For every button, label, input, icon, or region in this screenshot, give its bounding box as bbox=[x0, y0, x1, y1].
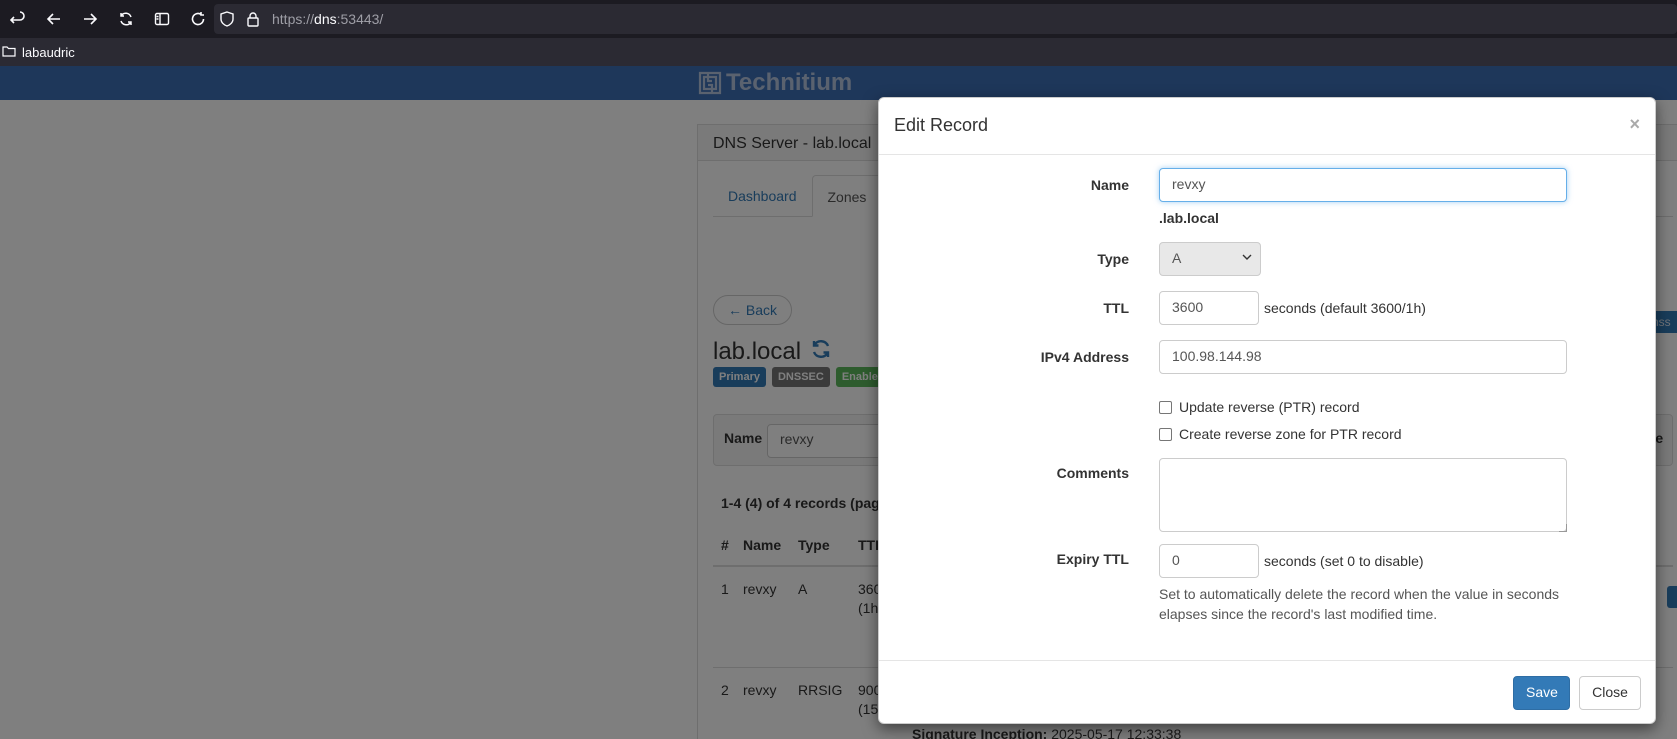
url-bar[interactable]: https://dns:53443/ bbox=[214, 4, 1677, 34]
shield-icon[interactable] bbox=[214, 11, 240, 27]
create-reverse-zone-checkbox-row[interactable]: Create reverse zone for PTR record bbox=[1159, 426, 1402, 442]
sync-icon[interactable] bbox=[108, 0, 144, 38]
modal-title: Edit Record bbox=[894, 115, 989, 135]
expiry-ttl-input[interactable]: 0 bbox=[1159, 544, 1259, 578]
chevron-down-icon bbox=[1242, 251, 1252, 265]
comments-label: Comments bbox=[1056, 465, 1129, 481]
update-ptr-label[interactable]: Update reverse (PTR) record bbox=[1179, 399, 1360, 415]
bookmark-folder-labaudric[interactable]: labaudric bbox=[22, 45, 75, 60]
zone-suffix: .lab.local bbox=[1159, 210, 1219, 226]
ttl-hint: seconds (default 3600/1h) bbox=[1264, 300, 1426, 316]
textarea-resize-handle[interactable] bbox=[1559, 524, 1567, 532]
expiry-help-line-1: Set to automatically delete the record w… bbox=[1159, 586, 1560, 602]
expiry-ttl-hint: seconds (set 0 to disable) bbox=[1264, 553, 1424, 569]
ttl-input[interactable]: 3600 bbox=[1159, 291, 1259, 325]
folder-icon bbox=[2, 45, 16, 60]
update-ptr-checkbox[interactable] bbox=[1159, 400, 1172, 414]
type-label: Type bbox=[1097, 251, 1129, 267]
create-reverse-zone-label[interactable]: Create reverse zone for PTR record bbox=[1179, 426, 1402, 442]
name-input[interactable]: revxy bbox=[1159, 168, 1567, 202]
name-label: Name bbox=[1090, 177, 1129, 193]
create-reverse-zone-checkbox[interactable] bbox=[1159, 427, 1172, 441]
browser-toolbar: https://dns:53443/ bbox=[0, 0, 1677, 38]
bookmarks-toolbar: labaudric bbox=[0, 38, 1677, 66]
ipv4-address-input[interactable]: 100.98.144.98 bbox=[1159, 340, 1567, 374]
undo-close-tab-icon[interactable] bbox=[0, 0, 36, 38]
update-ptr-checkbox-row[interactable]: Update reverse (PTR) record bbox=[1159, 399, 1360, 415]
ttl-label: TTL bbox=[1103, 300, 1129, 316]
save-button[interactable]: Save bbox=[1513, 676, 1570, 710]
comments-textarea[interactable] bbox=[1159, 458, 1567, 532]
close-icon[interactable]: × bbox=[1629, 114, 1640, 135]
expiry-help-line-2: elapses since the record's last modified… bbox=[1159, 606, 1438, 622]
url-scheme: https:// bbox=[272, 11, 315, 27]
ipv4-address-label: IPv4 Address bbox=[1040, 349, 1129, 365]
url-host: dns bbox=[314, 11, 337, 27]
url-port-path: :53443/ bbox=[336, 11, 384, 27]
url-text[interactable]: https://dns:53443/ bbox=[272, 11, 383, 27]
back-arrow-icon[interactable] bbox=[36, 0, 72, 38]
edit-record-dialog: Edit Record × Name revxy .lab.local Type… bbox=[878, 97, 1656, 724]
expiry-ttl-label: Expiry TTL bbox=[1056, 551, 1129, 567]
reload-icon[interactable] bbox=[180, 0, 216, 38]
modal-body: Name revxy .lab.local Type A TTL 3600 se… bbox=[879, 155, 1655, 655]
forward-arrow-icon[interactable] bbox=[72, 0, 108, 38]
modal-footer: Save Close bbox=[879, 660, 1655, 724]
type-select[interactable]: A bbox=[1159, 242, 1261, 276]
sidebar-toggle-icon[interactable] bbox=[144, 0, 180, 38]
close-button[interactable]: Close bbox=[1579, 676, 1641, 710]
lock-icon[interactable] bbox=[240, 11, 266, 27]
modal-header: Edit Record × bbox=[879, 98, 1655, 155]
type-select-value: A bbox=[1172, 250, 1182, 266]
